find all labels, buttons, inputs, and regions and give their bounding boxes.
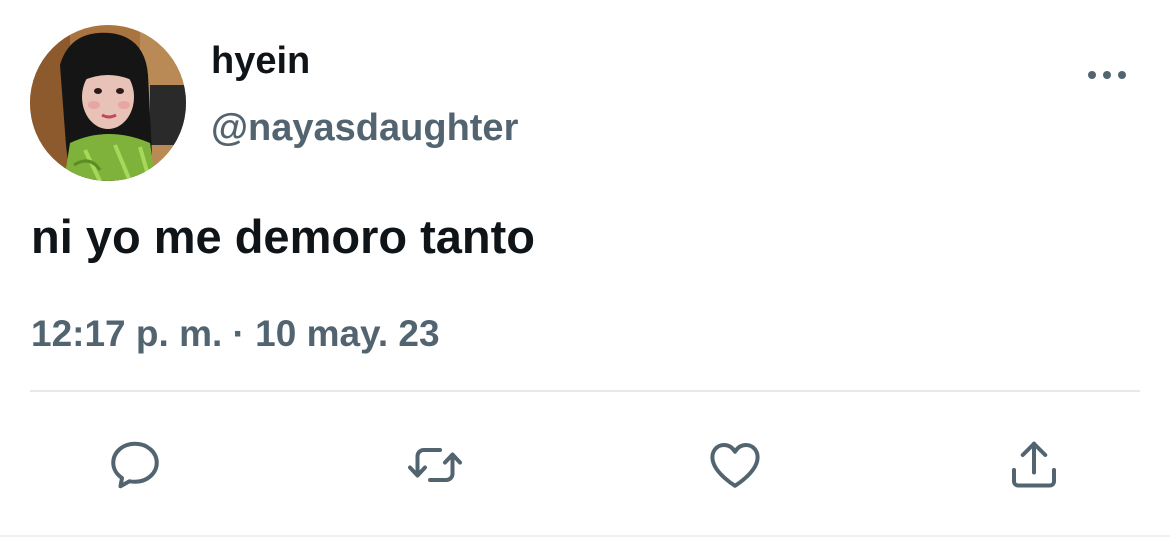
retweet-button[interactable] (400, 430, 470, 500)
divider (30, 390, 1140, 392)
more-options-button[interactable] (1082, 60, 1132, 90)
avatar[interactable] (30, 25, 186, 181)
more-horizontal-icon (1088, 71, 1126, 79)
share-button[interactable] (999, 430, 1069, 500)
tweet-text: ni yo me demoro tanto (31, 210, 535, 263)
reply-bubble-icon (111, 441, 159, 489)
reply-button[interactable] (100, 430, 170, 500)
user-handle[interactable]: @nayasdaughter (211, 105, 518, 151)
display-name[interactable]: hyein (211, 38, 310, 84)
avatar-image (30, 25, 186, 181)
like-button[interactable] (700, 430, 770, 500)
share-upload-icon (1012, 441, 1056, 488)
tweet-card: hyein @nayasdaughter ni yo me demoro tan… (0, 0, 1170, 555)
tweet-timestamp[interactable]: 12:17 p. m. · 10 may. 23 (31, 311, 440, 357)
retweet-arrows-icon (408, 448, 462, 482)
bottom-divider (0, 535, 1170, 537)
heart-icon (710, 443, 760, 488)
